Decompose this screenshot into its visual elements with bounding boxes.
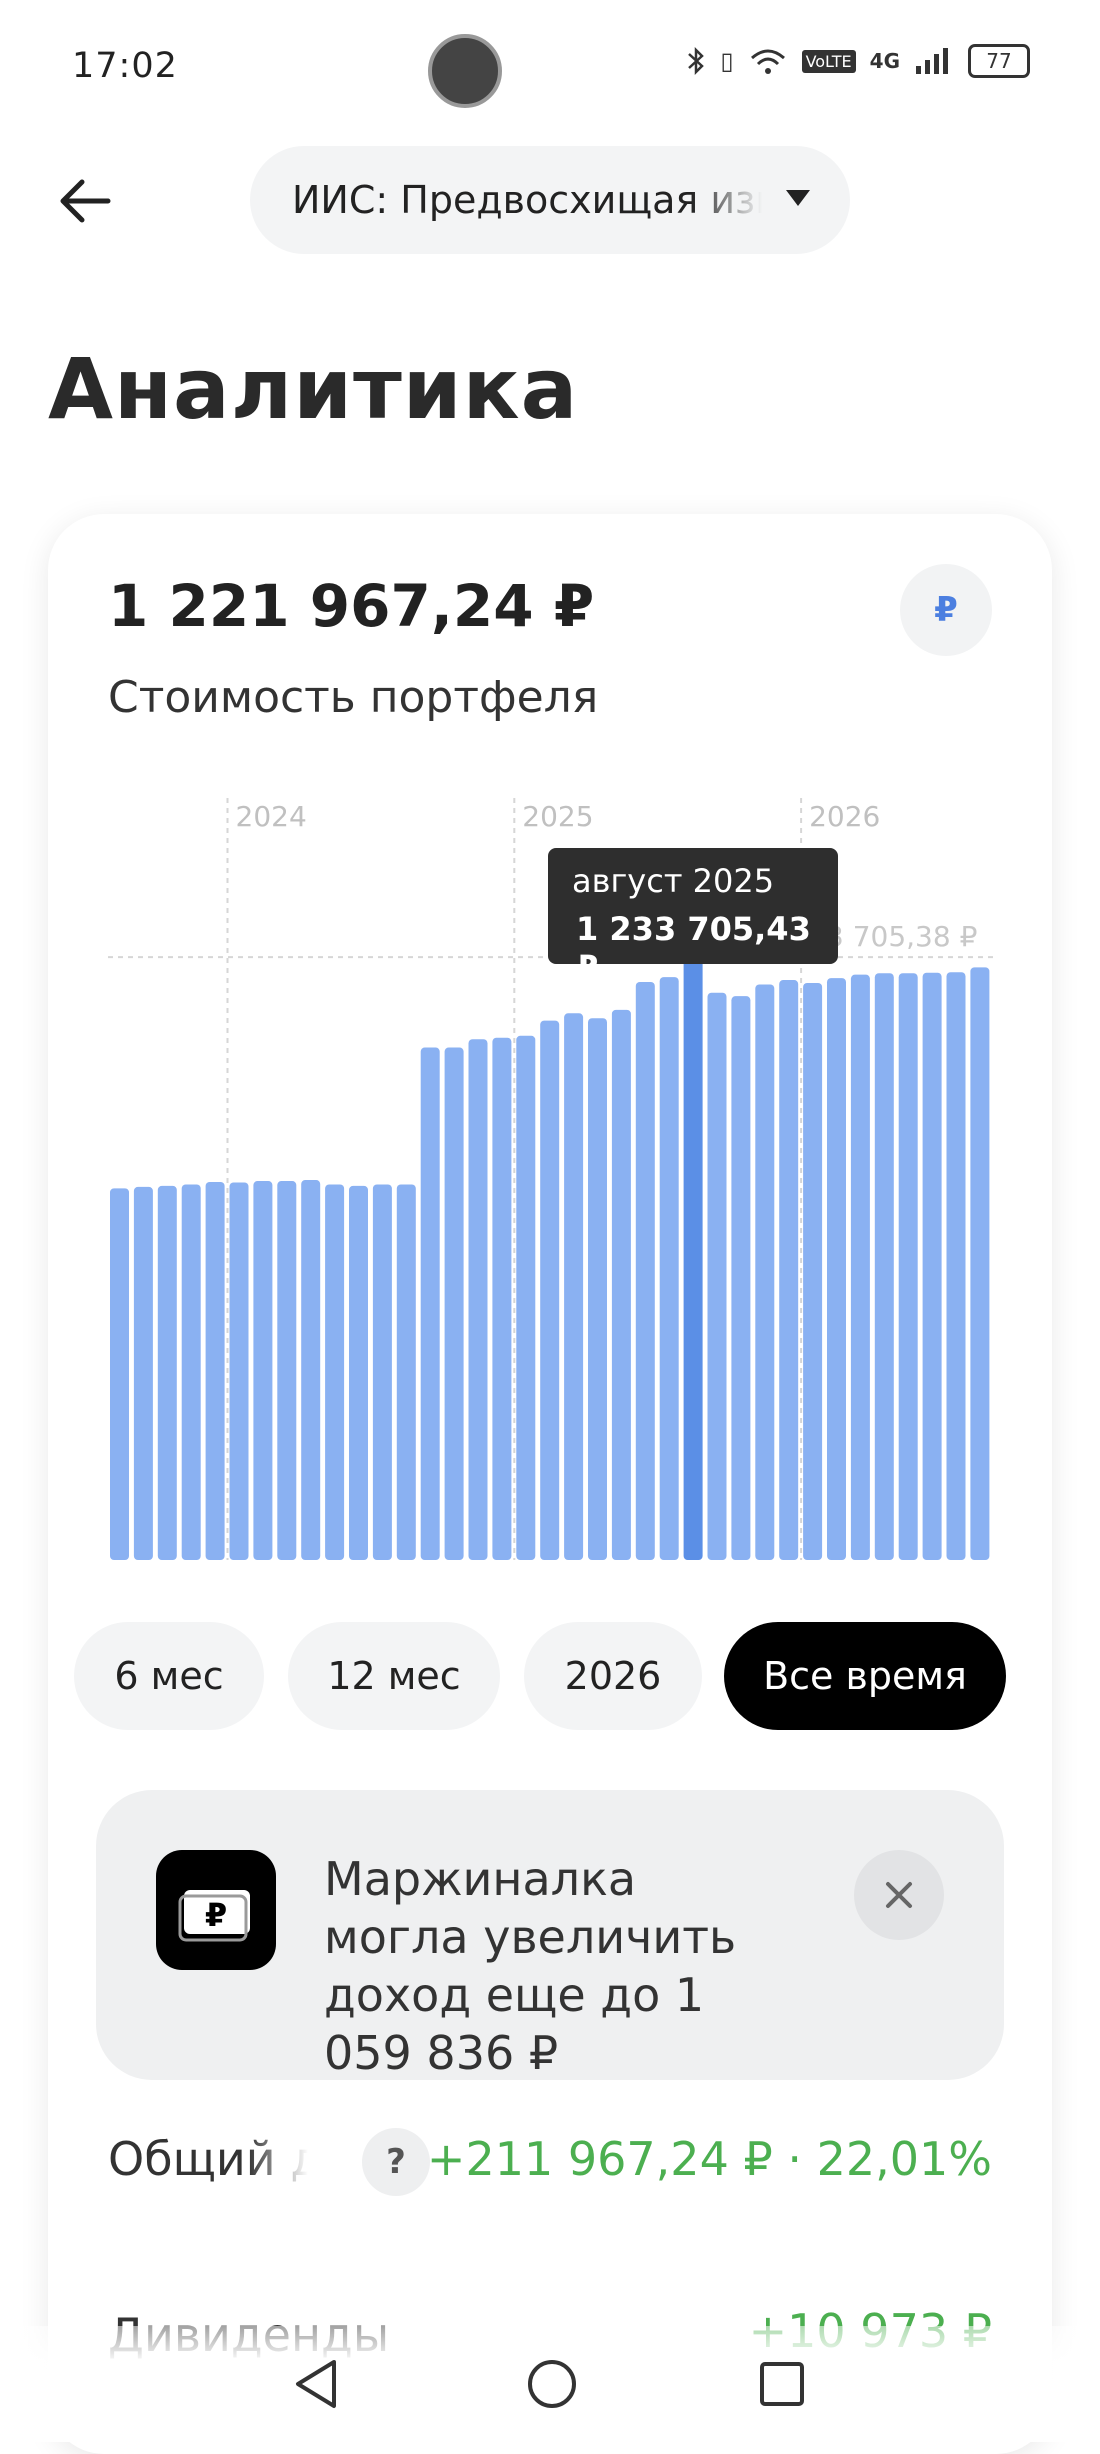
signal-icon: [916, 48, 948, 74]
chart-bar[interactable]: [157, 1185, 177, 1560]
period-2026-button[interactable]: 2026: [524, 1622, 702, 1730]
chart-bar[interactable]: [349, 1185, 368, 1560]
close-icon: [886, 1882, 912, 1908]
portfolio-value-label: Стоимость портфеля: [108, 672, 599, 723]
status-time: 17:02: [72, 46, 178, 86]
chart-bar[interactable]: [133, 1186, 153, 1560]
chart-bar[interactable]: [181, 1184, 201, 1560]
triangle-down-icon: [786, 190, 810, 206]
chart-bar[interactable]: [420, 1047, 440, 1560]
nav-back-icon: [296, 2360, 336, 2408]
chart-year-label: 2026: [809, 800, 880, 833]
chart-year-label: 2025: [522, 800, 593, 833]
chart-bar[interactable]: [253, 1181, 273, 1560]
chart-bar[interactable]: [970, 967, 990, 1560]
chart-bar[interactable]: [372, 1184, 392, 1560]
chart-bar[interactable]: [922, 972, 942, 1560]
arrow-left-icon: [60, 179, 111, 223]
tooltip-value: 1 233 705,43 ₽: [576, 910, 811, 986]
chart-bar[interactable]: [492, 1037, 512, 1560]
back-button[interactable]: [52, 168, 118, 234]
promo-close-button[interactable]: [854, 1850, 944, 1940]
chart-value-label: 3 705,38 ₽: [826, 920, 978, 953]
total-income-help-button[interactable]: ?: [362, 2128, 430, 2196]
app-notification-icon: [428, 34, 502, 108]
wifi-icon: [750, 49, 785, 74]
nav-home-button[interactable]: [522, 2354, 582, 2414]
chart-bar[interactable]: [205, 1182, 225, 1560]
network-label: 4G: [869, 49, 900, 73]
chart-bar[interactable]: [325, 1184, 345, 1560]
nav-home-icon: [528, 2360, 576, 2408]
total-income-value: +211 967,24 ₽ · 22,01%: [426, 2132, 992, 2186]
chart-bar[interactable]: [803, 982, 823, 1560]
nav-recents-icon: [760, 2362, 804, 2406]
volte-label: VoLTE: [801, 49, 856, 73]
chart-bar[interactable]: [898, 973, 918, 1560]
chart-bar[interactable]: [874, 973, 894, 1560]
period-12m-button[interactable]: 12 мес: [288, 1622, 500, 1730]
chart-bar[interactable]: [588, 1018, 607, 1560]
battery-indicator: 77: [968, 44, 1030, 78]
chart-bar[interactable]: [850, 974, 870, 1560]
period-all-time-button[interactable]: Все время: [724, 1622, 1006, 1730]
chart-bar[interactable]: [827, 978, 846, 1560]
chart-bar[interactable]: [611, 1009, 631, 1560]
nav-back-button[interactable]: [286, 2354, 346, 2414]
ruble-wallet-icon: ₽: [156, 1850, 276, 1970]
chart-bar[interactable]: [540, 1020, 560, 1560]
chart-bar[interactable]: [396, 1184, 416, 1560]
vibrate-icon: ▯: [720, 47, 734, 75]
account-name: ИИС: Предвосхищая изменения: [292, 178, 762, 222]
chart-bar[interactable]: [946, 972, 966, 1560]
promo-text: Маржиналка могла увеличить доход еще до …: [324, 1852, 737, 2080]
svg-text:₽: ₽: [205, 1896, 227, 1934]
nav-recents-button[interactable]: [752, 2354, 812, 2414]
chart-year-label: 2024: [236, 800, 307, 833]
chart-bar[interactable]: [731, 996, 751, 1560]
chart-bar[interactable]: [468, 1039, 488, 1560]
status-icons: ▯ VoLTE 4G 77: [686, 44, 1030, 78]
chart-bar[interactable]: [707, 992, 727, 1560]
page-title: Аналитика: [48, 340, 579, 438]
total-income-label: Общий доход: [108, 2132, 308, 2186]
chart-bar[interactable]: [301, 1180, 321, 1560]
account-selector[interactable]: ИИС: Предвосхищая изменения: [250, 146, 850, 254]
tooltip-month: август 2025: [572, 862, 775, 900]
portfolio-value: 1 221 967,24 ₽: [108, 572, 595, 640]
chart-tooltip: август 2025 1 233 705,43 ₽: [548, 848, 838, 986]
chart-bar[interactable]: [683, 957, 703, 1560]
bluetooth-icon: [688, 46, 705, 76]
chart-bar[interactable]: [277, 1181, 297, 1560]
chart-bar[interactable]: [635, 982, 655, 1560]
chart-bar[interactable]: [444, 1047, 464, 1560]
period-6m-button[interactable]: 6 мес: [74, 1622, 264, 1730]
chart-bar[interactable]: [755, 984, 775, 1560]
chart-bar[interactable]: [110, 1188, 129, 1560]
currency-toggle-button[interactable]: ₽: [900, 564, 992, 656]
chart-bar[interactable]: [564, 1013, 584, 1560]
chart-bar[interactable]: [779, 980, 799, 1560]
chart-bar[interactable]: [516, 1035, 536, 1560]
chart-bar[interactable]: [659, 977, 679, 1560]
chart-bar[interactable]: [229, 1182, 249, 1560]
